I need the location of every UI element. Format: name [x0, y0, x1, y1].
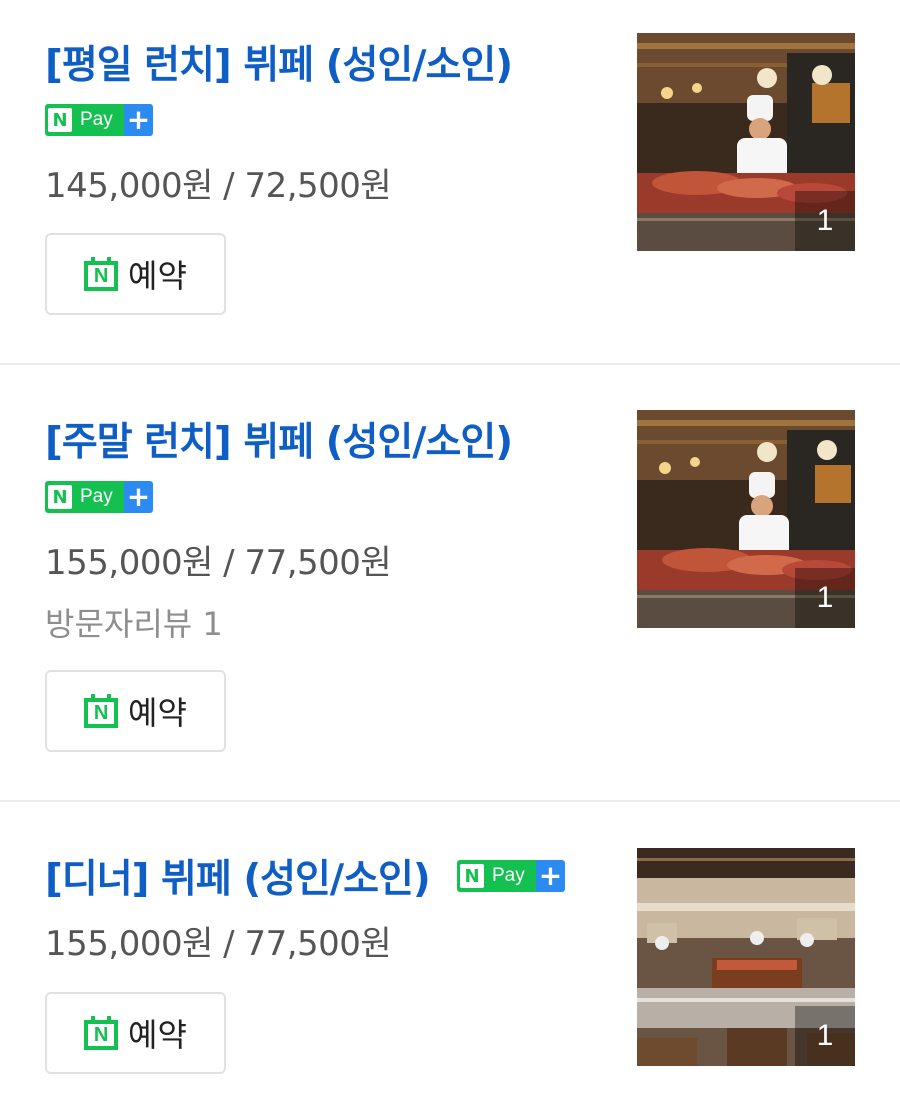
npay-badge: N Pay +	[45, 481, 153, 513]
item-price: 155,000원 / 77,500원	[45, 924, 392, 964]
npay-badge: N Pay +	[45, 104, 153, 136]
item-title[interactable]: [디너] 뷔페 (성인/소인)	[45, 848, 431, 904]
item-photo[interactable]: 1	[637, 848, 855, 1066]
menu-item: [디너] 뷔페 (성인/소인) N Pay + 155,000원 / 77,50…	[0, 802, 900, 1112]
reserve-button[interactable]: N 예약	[45, 233, 226, 315]
reserve-button[interactable]: N 예약	[45, 670, 226, 752]
item-title[interactable]: [평일 런치] 뷔페 (성인/소인)	[45, 34, 513, 90]
menu-item: [평일 런치] 뷔페 (성인/소인) N Pay + 145,000원 / 72…	[0, 0, 900, 364]
plus-icon: +	[124, 104, 153, 136]
visitor-review-count[interactable]: 방문자리뷰 1	[45, 599, 223, 645]
npay-label: Pay	[80, 486, 113, 507]
item-price: 145,000원 / 72,500원	[45, 166, 392, 206]
item-price: 155,000원 / 77,500원	[45, 543, 392, 583]
plus-icon: +	[536, 860, 565, 892]
photo-count: 1	[795, 191, 855, 251]
npay-badge: N Pay +	[457, 860, 565, 892]
naver-booking-calendar-icon: N	[84, 1016, 119, 1050]
npay-label: Pay	[492, 865, 525, 886]
reserve-label: 예약	[128, 257, 187, 295]
menu-item: [주말 런치] 뷔페 (성인/소인) N Pay + 155,000원 / 77…	[0, 365, 900, 801]
item-photo[interactable]: 1	[637, 33, 855, 251]
naver-booking-calendar-icon: N	[84, 694, 119, 728]
item-photo[interactable]: 1	[637, 410, 855, 628]
naver-n-icon: N	[460, 864, 484, 888]
reserve-button[interactable]: N 예약	[45, 992, 226, 1074]
naver-n-icon: N	[48, 108, 72, 132]
photo-count: 1	[795, 568, 855, 628]
reserve-label: 예약	[128, 694, 187, 732]
item-title[interactable]: [주말 런치] 뷔페 (성인/소인)	[45, 411, 513, 467]
naver-booking-calendar-icon: N	[84, 257, 119, 291]
plus-icon: +	[124, 481, 153, 513]
reserve-label: 예약	[128, 1016, 187, 1054]
photo-count: 1	[795, 1006, 855, 1066]
naver-n-icon: N	[48, 485, 72, 509]
npay-label: Pay	[80, 109, 113, 130]
